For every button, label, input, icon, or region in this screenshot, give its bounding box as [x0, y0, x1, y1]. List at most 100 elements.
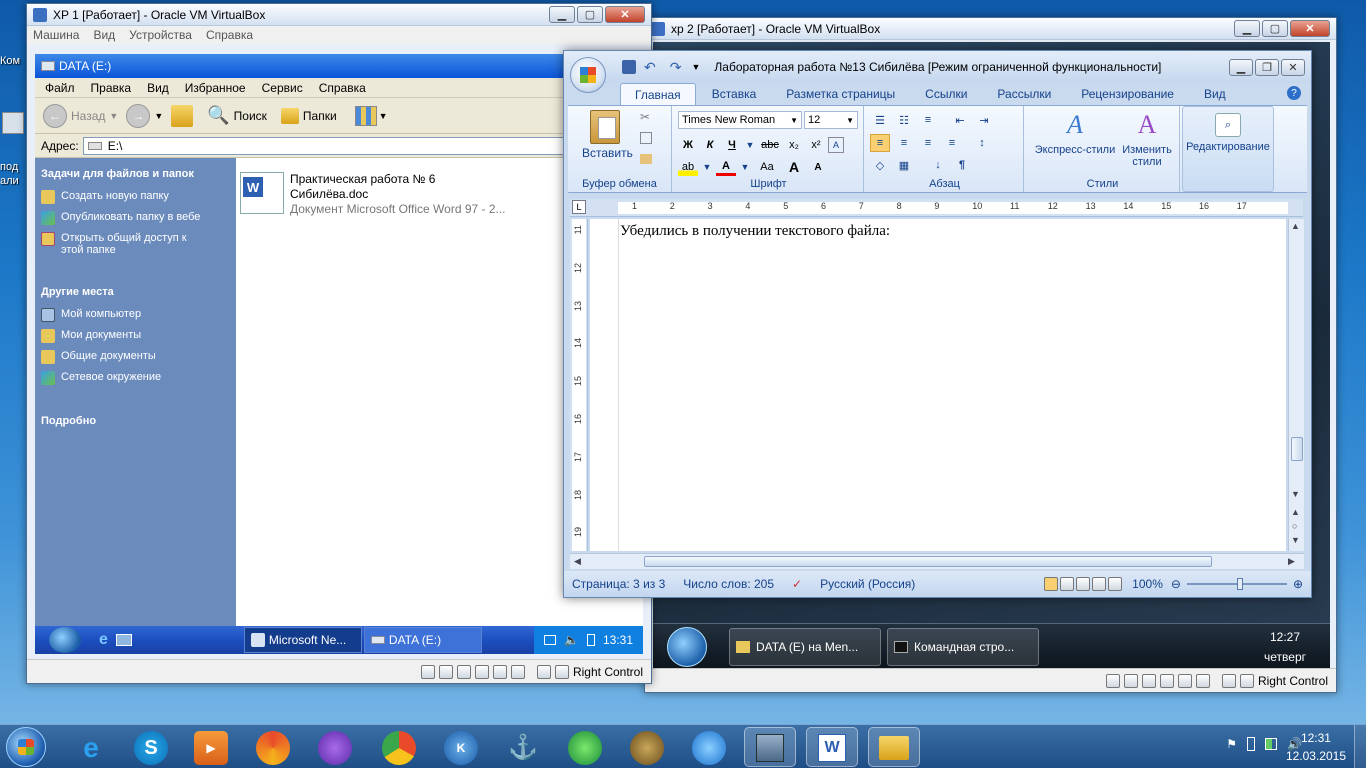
- guest-clock[interactable]: 12:27 четверг: [1264, 627, 1306, 667]
- start-button[interactable]: [49, 627, 81, 653]
- word-window[interactable]: ↶ ↷ ▼ Лабораторная работа №13 Сибилёва […: [563, 50, 1312, 598]
- borders-icon[interactable]: ▦: [894, 156, 914, 174]
- place-my-documents[interactable]: Мои документы: [41, 329, 236, 343]
- taskbar-button-explorer[interactable]: [868, 727, 920, 767]
- menu-edit[interactable]: Правка: [91, 81, 132, 95]
- vertical-scrollbar[interactable]: ▲ ▼ ▲ ○ ▼: [1288, 219, 1304, 551]
- close-button[interactable]: ✕: [1290, 20, 1330, 37]
- details-heading[interactable]: Подробно: [41, 415, 236, 427]
- bold-button[interactable]: Ж: [678, 136, 698, 154]
- hdd-icon[interactable]: [1105, 673, 1120, 688]
- menu-devices[interactable]: Устройства: [129, 28, 192, 42]
- network-icon[interactable]: [1265, 738, 1278, 750]
- cut-icon[interactable]: ✂: [640, 110, 650, 124]
- justify-icon[interactable]: ≡: [942, 134, 962, 152]
- window-titlebar[interactable]: xp 2 [Работает] - Oracle VM VirtualBox ▁…: [645, 18, 1336, 40]
- taskbar-button-word[interactable]: W: [806, 727, 858, 767]
- desktop-icon[interactable]: [2, 112, 24, 134]
- vertical-ruler[interactable]: 11 12 13 14 15 16 17 18 19: [570, 219, 588, 551]
- grow-font-button[interactable]: A: [784, 158, 804, 176]
- menu-tools[interactable]: Сервис: [262, 81, 303, 95]
- task-new-folder[interactable]: Создать новую папку: [41, 190, 236, 204]
- usb-icon[interactable]: [456, 664, 471, 679]
- language-indicator[interactable]: Русский (Россия): [820, 577, 915, 591]
- cd-icon[interactable]: [1123, 673, 1138, 688]
- menu-view[interactable]: Вид: [147, 81, 169, 95]
- hdd-icon[interactable]: [420, 664, 435, 679]
- help-icon[interactable]: ?: [1287, 86, 1301, 100]
- dropdown-arrow-icon[interactable]: ▼: [154, 111, 163, 121]
- dropdown-arrow-icon[interactable]: ▼: [109, 111, 118, 121]
- save-icon[interactable]: [622, 60, 636, 74]
- taskbar-button-cmd[interactable]: Командная стро...: [887, 627, 1039, 666]
- show-marks-icon[interactable]: ¶: [952, 156, 972, 174]
- multilevel-list-icon[interactable]: ≡: [918, 111, 938, 129]
- change-case-button[interactable]: Aa: [754, 158, 780, 176]
- font-size-combo[interactable]: 12 ▼: [804, 111, 858, 129]
- next-page-icon[interactable]: ▼: [1291, 535, 1300, 545]
- desktop-label[interactable]: под: [0, 160, 18, 174]
- menu-view[interactable]: Вид: [93, 28, 115, 42]
- change-styles-button[interactable]: A Изменить стили: [1118, 110, 1176, 168]
- cd-icon[interactable]: [438, 664, 453, 679]
- tab-mailings[interactable]: Рассылки: [983, 83, 1065, 105]
- minimize-button[interactable]: ▁: [549, 6, 575, 23]
- network-icon[interactable]: [1159, 673, 1174, 688]
- minimize-button[interactable]: ▁: [1229, 58, 1253, 76]
- start-button[interactable]: [667, 626, 707, 667]
- menu-machine[interactable]: Машина: [33, 28, 79, 42]
- close-button[interactable]: ✕: [605, 6, 645, 23]
- align-right-icon[interactable]: ≡: [918, 134, 938, 152]
- close-button[interactable]: ✕: [1281, 58, 1305, 76]
- highlight-dropdown-icon[interactable]: ▼: [702, 158, 712, 176]
- place-network[interactable]: Сетевое окружение: [41, 371, 236, 385]
- battery-icon[interactable]: [1247, 737, 1256, 751]
- app-k-icon[interactable]: K: [444, 731, 478, 765]
- page-count[interactable]: Страница: 3 из 3: [572, 577, 665, 591]
- task-share-folder[interactable]: Открыть общий доступ к этой папке: [41, 232, 236, 256]
- show-desktop-button[interactable]: [1354, 725, 1366, 768]
- maximize-button[interactable]: ▢: [577, 6, 603, 23]
- task-publish-web[interactable]: Опубликовать папку в вебе: [41, 211, 236, 225]
- numbering-icon[interactable]: ☷: [894, 111, 914, 129]
- network-globe-icon[interactable]: [692, 731, 726, 765]
- ie-icon[interactable]: e: [74, 731, 108, 765]
- taskbar-button-virtualbox[interactable]: [744, 727, 796, 767]
- shading-icon[interactable]: ◇: [870, 156, 890, 174]
- font-name-combo[interactable]: Times New Roman ▼: [678, 111, 802, 129]
- proofing-icon[interactable]: ✓: [792, 577, 802, 591]
- display-icon[interactable]: [1195, 673, 1210, 688]
- maximize-button[interactable]: ▢: [1262, 20, 1288, 37]
- clear-formatting-icon[interactable]: A: [828, 137, 844, 153]
- zoom-in-icon[interactable]: ⊕: [1293, 577, 1303, 591]
- web-layout-icon[interactable]: [1076, 577, 1091, 591]
- menu-help[interactable]: Справка: [206, 28, 253, 42]
- virtualbox-window-xp1[interactable]: XP 1 [Работает] - Oracle VM VirtualBox ▁…: [26, 3, 652, 684]
- network-icon[interactable]: [544, 635, 557, 645]
- back-button[interactable]: ← Назад ▼: [43, 103, 118, 128]
- taskbar-button-explorer[interactable]: DATA (E) на Men...: [729, 627, 881, 666]
- anchor-icon[interactable]: ⚓: [506, 731, 540, 765]
- horizontal-scrollbar[interactable]: ◀ ▶: [570, 553, 1304, 569]
- globe-app-icon[interactable]: [568, 731, 602, 765]
- scroll-right-icon[interactable]: ▶: [1288, 556, 1295, 567]
- display-icon[interactable]: [510, 664, 525, 679]
- window-titlebar[interactable]: XP 1 [Работает] - Oracle VM VirtualBox ▁…: [27, 4, 651, 26]
- zoom-level[interactable]: 100%: [1132, 577, 1163, 591]
- underline-button[interactable]: Ч: [722, 136, 742, 154]
- scroll-thumb[interactable]: [644, 556, 1212, 567]
- sort-icon[interactable]: ↓: [928, 156, 948, 174]
- shared-folder-icon[interactable]: [492, 664, 507, 679]
- copy-icon[interactable]: [640, 132, 652, 144]
- font-color-dropdown-icon[interactable]: ▼: [740, 158, 750, 176]
- format-painter-icon[interactable]: [640, 154, 652, 164]
- highlight-icon[interactable]: ab: [678, 158, 698, 176]
- word-count[interactable]: Число слов: 205: [683, 577, 774, 591]
- office-button[interactable]: [570, 57, 606, 93]
- print-layout-icon[interactable]: [1044, 577, 1059, 591]
- subscript-button[interactable]: x₂: [784, 136, 804, 154]
- tab-view[interactable]: Вид: [1190, 83, 1240, 105]
- menu-file[interactable]: Файл: [45, 81, 75, 95]
- search-button[interactable]: 🔍 Поиск: [207, 105, 267, 126]
- outline-view-icon[interactable]: [1092, 577, 1107, 591]
